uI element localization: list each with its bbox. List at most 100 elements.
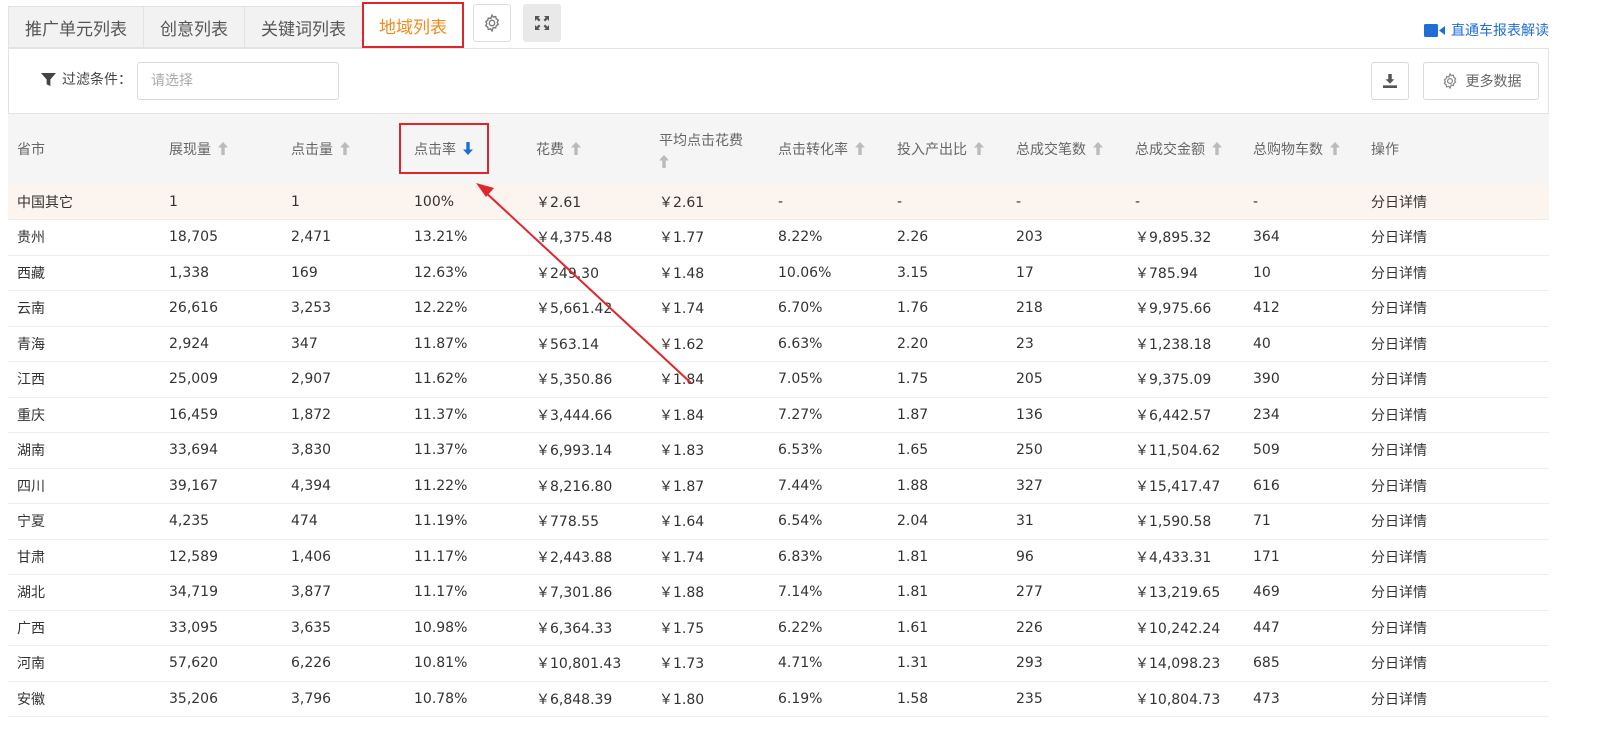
daily-detail-link[interactable]: 分日详情 [1362, 432, 1549, 469]
sort-up-icon[interactable] [855, 142, 865, 159]
sort-down-icon[interactable] [463, 142, 473, 159]
table-cell: 2.04 [888, 503, 1007, 540]
daily-detail-link[interactable]: 分日详情 [1362, 610, 1549, 646]
table-cell: 10 [1244, 255, 1362, 291]
table-cell: 6.63% [769, 326, 888, 362]
table-cell: 1.58 [888, 681, 1007, 717]
daily-detail-link[interactable]: 分日详情 [1362, 397, 1549, 433]
video-camera-icon [1424, 23, 1445, 37]
daily-detail-link[interactable]: 分日详情 [1362, 219, 1549, 256]
table-cell: 474 [282, 503, 405, 540]
table-cell: 11.37% [405, 397, 527, 433]
table-cell: 11.62% [405, 361, 527, 398]
table-cell: 广西 [8, 610, 160, 646]
sort-up-icon[interactable] [1093, 142, 1103, 159]
daily-detail-link[interactable]: 分日详情 [1362, 645, 1549, 682]
sort-up-icon[interactable] [1212, 142, 1222, 159]
table-cell: 293 [1007, 645, 1126, 682]
table-cell: 6.54% [769, 503, 888, 540]
table-cell: 33,095 [160, 610, 282, 646]
daily-detail-link[interactable]: 分日详情 [1362, 503, 1549, 540]
table-cell: 2,471 [282, 219, 405, 256]
table-cell: ￥15,417.47 [1126, 468, 1244, 504]
download-button[interactable] [1371, 62, 1409, 100]
table-cell: ￥1.75 [650, 610, 769, 646]
table-cell: 3,796 [282, 681, 405, 717]
daily-detail-link[interactable]: 分日详情 [1362, 326, 1549, 362]
table-cell: 473 [1244, 681, 1362, 717]
tab-promotion-unit-list[interactable]: 推广单元列表 [8, 6, 143, 48]
expand-icon [535, 16, 549, 30]
report-guide-link[interactable]: 直通车报表解读 [1424, 20, 1549, 40]
daily-detail-link[interactable]: 分日详情 [1362, 539, 1549, 575]
table-cell: ￥10,804.73 [1126, 681, 1244, 717]
settings-button[interactable] [473, 4, 511, 42]
daily-detail-link[interactable]: 分日详情 [1362, 361, 1549, 398]
fullscreen-button[interactable] [523, 4, 561, 42]
table-cell: - [888, 184, 1007, 220]
sort-up-icon[interactable] [340, 142, 350, 159]
more-data-button[interactable]: 更多数据 [1423, 62, 1539, 100]
table-cell: 171 [1244, 539, 1362, 575]
column-header-conversion-rate[interactable]: 点击转化率 [769, 114, 888, 184]
table-row: 贵州 18,705 2,471 13.21% ￥4,375.48 ￥1.77 8.22% 2.… [8, 219, 1549, 256]
table-cell: 10.98% [405, 610, 527, 646]
table-cell: 3.15 [888, 255, 1007, 291]
table-cell: ￥1.73 [650, 645, 769, 682]
table-cell: 1.61 [888, 610, 1007, 646]
daily-detail-link[interactable]: 分日详情 [1362, 681, 1549, 717]
table-cell: ￥2.61 [650, 184, 769, 220]
table-cell: 26,616 [160, 290, 282, 327]
table-header-row: 省市 展现量 点击量 点击率 花费 平均点击花费 点击转化率 投入产出比 总成交… [8, 114, 1549, 184]
table-cell: 湖北 [8, 574, 160, 611]
table-cell: 1.31 [888, 645, 1007, 682]
filter-panel: 过滤条件： 更多数据 [8, 48, 1549, 114]
filter-select-input[interactable] [137, 62, 339, 100]
table-cell: ￥4,433.31 [1126, 539, 1244, 575]
table-row: 湖北 34,719 3,877 11.17% ￥7,301.86 ￥1.88 7.14% 1.… [8, 574, 1549, 611]
table-cell: 235 [1007, 681, 1126, 717]
sort-up-icon[interactable] [571, 142, 581, 159]
sort-up-icon[interactable] [659, 154, 669, 172]
table-cell: ￥6,364.33 [527, 610, 650, 646]
table-cell: ￥9,895.32 [1126, 219, 1244, 256]
table-cell: ￥2,443.88 [527, 539, 650, 575]
table-cell: ￥1.88 [650, 574, 769, 611]
table-cell: ￥1.62 [650, 326, 769, 362]
column-header-cost[interactable]: 花费 [527, 114, 650, 184]
table-cell: 1,406 [282, 539, 405, 575]
table-cell: 57,620 [160, 645, 282, 682]
column-header-impressions[interactable]: 展现量 [160, 114, 282, 184]
column-header-total-orders[interactable]: 总成交笔数 [1007, 114, 1126, 184]
daily-detail-link[interactable]: 分日详情 [1362, 574, 1549, 611]
table-cell: 10.81% [405, 645, 527, 682]
sort-up-icon[interactable] [1330, 142, 1340, 159]
daily-detail-link[interactable]: 分日详情 [1362, 468, 1549, 504]
column-header-cart-count[interactable]: 总购物车数 [1244, 114, 1362, 184]
table-cell: 1.88 [888, 468, 1007, 504]
tab-creative-list[interactable]: 创意列表 [143, 6, 244, 48]
table-body: 中国其它 1 1 100% ￥2.61 ￥2.61- - - - - 分日详情 贵州 18,705 2,4… [8, 184, 1549, 717]
tab-region-list[interactable]: 地域列表 [362, 2, 464, 48]
daily-detail-link[interactable]: 分日详情 [1362, 290, 1549, 327]
sort-up-icon[interactable] [218, 142, 228, 159]
tab-keyword-list[interactable]: 关键词列表 [244, 6, 362, 48]
table-cell: 6.53% [769, 432, 888, 469]
column-header-clicks[interactable]: 点击量 [282, 114, 405, 184]
table-cell: 40 [1244, 326, 1362, 362]
daily-detail-link[interactable]: 分日详情 [1362, 184, 1549, 220]
column-header-total-amount[interactable]: 总成交金额 [1126, 114, 1244, 184]
sort-up-icon[interactable] [974, 142, 984, 159]
column-header-ctr[interactable]: 点击率 [405, 114, 527, 184]
gear-icon [484, 13, 500, 33]
table-cell: 江西 [8, 361, 160, 398]
table-cell: ￥13,219.65 [1126, 574, 1244, 611]
table-cell: ￥10,801.43 [527, 645, 650, 682]
daily-detail-link[interactable]: 分日详情 [1362, 255, 1549, 291]
column-header-roi[interactable]: 投入产出比 [888, 114, 1007, 184]
table-cell: 33,694 [160, 432, 282, 469]
table-cell: 甘肃 [8, 539, 160, 575]
column-header-avg-cpc[interactable]: 平均点击花费 [650, 114, 769, 184]
table-cell: 2.20 [888, 326, 1007, 362]
table-cell: - [769, 184, 888, 220]
